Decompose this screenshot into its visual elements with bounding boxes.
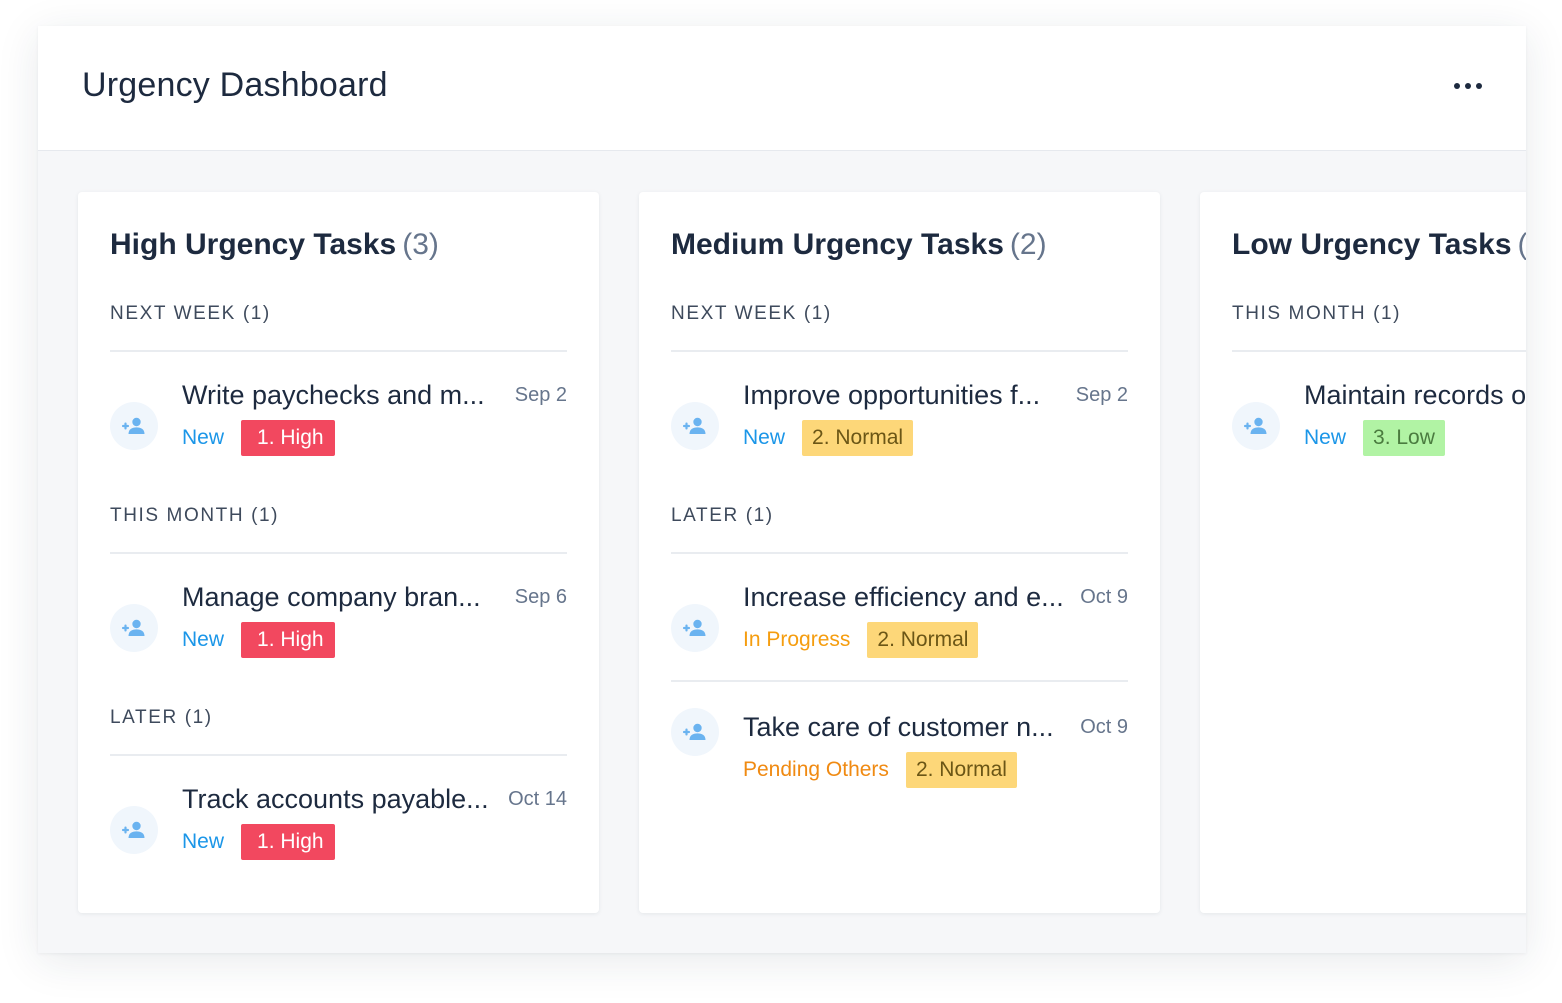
add-user-icon[interactable] (671, 604, 719, 652)
status-label[interactable]: Pending Others (743, 758, 889, 782)
task-due-date: Sep 2 (514, 383, 567, 406)
column-count: (2) (1009, 228, 1047, 261)
task-meta: New 1. High (182, 420, 567, 456)
priority-badge[interactable]: 2. Normal (802, 420, 914, 456)
task-header: Improve opportunities f... Sep 2 (743, 378, 1128, 412)
add-user-icon[interactable] (671, 708, 719, 756)
priority-badge[interactable]: 2. Normal (905, 752, 1017, 788)
task-header: Write paychecks and m... Sep 2 (182, 378, 567, 412)
task-meta: Pending Others 2. Normal (743, 752, 1128, 788)
priority-badge[interactable]: 1. High (241, 420, 335, 456)
task-due-date: Sep 6 (514, 585, 567, 608)
task-item[interactable]: Increase efficiency and e... Oct 9 In Prog… (671, 580, 1128, 680)
task-meta: New 1. High (182, 622, 567, 658)
column-title-text: Medium Urgency Tasks (671, 228, 1004, 261)
column-title: High Urgency Tasks (3) (110, 228, 567, 264)
status-label[interactable]: In Progress (743, 628, 850, 652)
group-label: LATER (1) (110, 706, 567, 756)
task-item[interactable]: Maintain records of New 3. Low (1232, 378, 1526, 478)
status-label[interactable]: New (182, 830, 224, 854)
task-item[interactable]: Improve opportunities f... Sep 2 New 2. Nor… (671, 378, 1128, 478)
task-item[interactable]: Write paychecks and m... Sep 2 New 1. High (110, 378, 567, 478)
dot (1465, 83, 1471, 89)
task-name[interactable]: Manage company bran... (182, 582, 505, 613)
task-due-date: Sep 2 (1075, 383, 1128, 406)
more-options-icon[interactable] (1448, 74, 1488, 98)
group-label: THIS MONTH (1) (110, 504, 567, 554)
column-title: Low Urgency Tasks (1) (1232, 228, 1526, 264)
task-meta: New 3. Low (1304, 420, 1526, 456)
column-body: High Urgency Tasks (3) NEXT WEEK (1) Write … (110, 192, 567, 882)
column-body: Low Urgency Tasks (1) THIS MONTH (1) Mainta… (1232, 192, 1526, 478)
task-due-date: Oct 14 (508, 787, 567, 810)
priority-badge[interactable]: 1. High (241, 622, 335, 658)
task-item[interactable]: Take care of customer n... Oct 9 Pending O… (671, 680, 1128, 808)
task-name[interactable]: Maintain records of (1304, 380, 1526, 411)
task-name[interactable]: Take care of customer n... (743, 712, 1070, 743)
status-label[interactable]: New (182, 426, 224, 450)
urgency-column: High Urgency Tasks (3) NEXT WEEK (1) Write … (78, 192, 599, 913)
task-name[interactable]: Track accounts payable... (182, 784, 498, 815)
priority-badge[interactable]: 1. High (241, 824, 335, 860)
group-label: NEXT WEEK (1) (110, 302, 567, 352)
add-user-icon[interactable] (110, 806, 158, 854)
task-header: Take care of customer n... Oct 9 (743, 710, 1128, 744)
column-title-text: Low Urgency Tasks (1232, 228, 1512, 261)
task-due-date: Oct 9 (1080, 585, 1128, 608)
status-label[interactable]: New (743, 426, 785, 450)
page-title: Urgency Dashboard (82, 66, 388, 104)
urgency-board: High Urgency Tasks (3) NEXT WEEK (1) Write … (78, 192, 1526, 953)
task-due-date: Oct 9 (1080, 715, 1128, 738)
priority-badge[interactable]: 2. Normal (867, 622, 979, 658)
column-body: Medium Urgency Tasks (2) NEXT WEEK (1) Impr… (671, 192, 1128, 808)
task-name[interactable]: Increase efficiency and e... (743, 582, 1070, 613)
dot (1454, 83, 1460, 89)
urgency-column: Medium Urgency Tasks (2) NEXT WEEK (1) Impr… (639, 192, 1160, 913)
dot (1476, 83, 1482, 89)
group-label: LATER (1) (671, 504, 1128, 554)
task-header: Maintain records of (1304, 378, 1526, 412)
task-meta: New 1. High (182, 824, 567, 860)
group-label: NEXT WEEK (1) (671, 302, 1128, 352)
add-user-icon[interactable] (110, 402, 158, 450)
dashboard-header: Urgency Dashboard (38, 26, 1526, 151)
task-name[interactable]: Improve opportunities f... (743, 380, 1066, 411)
column-count: (1) (1518, 228, 1526, 261)
status-label[interactable]: New (1304, 426, 1346, 450)
task-header: Track accounts payable... Oct 14 (182, 782, 567, 816)
group-label: THIS MONTH (1) (1232, 302, 1526, 352)
status-label[interactable]: New (182, 628, 224, 652)
task-meta: In Progress 2. Normal (743, 622, 1128, 658)
column-title-text: High Urgency Tasks (110, 228, 397, 261)
urgency-column: Low Urgency Tasks (1) THIS MONTH (1) Mainta… (1200, 192, 1526, 913)
task-name[interactable]: Write paychecks and m... (182, 380, 505, 411)
column-title: Medium Urgency Tasks (2) (671, 228, 1128, 264)
task-item[interactable]: Track accounts payable... Oct 14 New 1. Hig… (110, 782, 567, 882)
task-meta: New 2. Normal (743, 420, 1128, 456)
add-user-icon[interactable] (671, 402, 719, 450)
task-header: Increase efficiency and e... Oct 9 (743, 580, 1128, 614)
task-item[interactable]: Manage company bran... Sep 6 New 1. High (110, 580, 567, 680)
priority-badge[interactable]: 3. Low (1363, 420, 1445, 456)
dashboard-window: Urgency Dashboard High Urgency Tasks (3) N… (38, 26, 1526, 953)
column-count: (3) (402, 228, 439, 261)
task-header: Manage company bran... Sep 6 (182, 580, 567, 614)
add-user-icon[interactable] (1232, 402, 1280, 450)
add-user-icon[interactable] (110, 604, 158, 652)
